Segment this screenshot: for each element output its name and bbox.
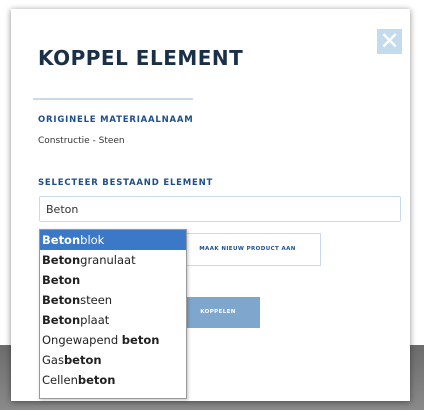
close-button[interactable]: ✕ bbox=[377, 29, 402, 54]
option-match-text: Beton bbox=[42, 313, 81, 327]
autocomplete-dropdown: Betonblok Betongranulaat Beton Betonsteen Be… bbox=[39, 229, 187, 399]
option-match-text: beton bbox=[77, 373, 116, 387]
link-button[interactable]: KOPPELEN bbox=[176, 297, 260, 328]
option-text-suffix: blok bbox=[80, 233, 105, 247]
option-match-text: Beton bbox=[42, 293, 81, 307]
option-text-prefix: Cellen bbox=[42, 373, 78, 387]
dropdown-option[interactable]: Betonsteen bbox=[40, 290, 186, 310]
option-match-text: beton bbox=[121, 333, 160, 347]
dropdown-option[interactable]: Ongewapend beton bbox=[40, 330, 186, 350]
option-match-text: Beton bbox=[42, 253, 81, 267]
original-material-label: ORIGINELE MATERIAALNAAM bbox=[38, 115, 194, 125]
dropdown-option[interactable]: Betonblok bbox=[40, 230, 186, 250]
new-product-button[interactable]: MAAK NIEUW PRODUCT AAN bbox=[174, 233, 321, 266]
dropdown-option[interactable]: Gasbeton bbox=[40, 350, 186, 370]
dropdown-option[interactable]: Cellenbeton bbox=[40, 370, 186, 390]
title-divider bbox=[33, 98, 193, 100]
dialog-title: KOPPEL ELEMENT bbox=[38, 46, 244, 70]
option-match-text: Beton bbox=[42, 233, 81, 247]
option-text-suffix: steen bbox=[80, 293, 113, 307]
option-text-suffix: plaat bbox=[80, 313, 110, 327]
dropdown-option[interactable]: Betongranulaat bbox=[40, 250, 186, 270]
original-material-value: Constructie - Steen bbox=[38, 136, 125, 146]
select-element-label: SELECTEER BESTAAND ELEMENT bbox=[38, 178, 214, 188]
dropdown-option[interactable]: Betonplaat bbox=[40, 310, 186, 330]
option-match-text: beton bbox=[63, 353, 102, 367]
option-text-prefix: Gas bbox=[42, 353, 64, 367]
option-match-text: Beton bbox=[42, 273, 81, 287]
close-icon: ✕ bbox=[379, 28, 400, 55]
option-text-suffix: granulaat bbox=[80, 253, 136, 267]
option-text-prefix: Ongewapend bbox=[42, 333, 122, 347]
dropdown-option[interactable]: Beton bbox=[40, 270, 186, 290]
element-search-input[interactable] bbox=[39, 196, 401, 222]
